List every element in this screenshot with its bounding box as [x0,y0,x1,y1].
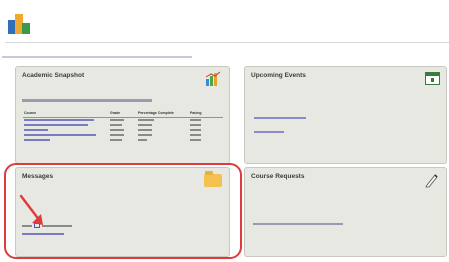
table-row [23,117,223,122]
see-all-events-link[interactable] [254,131,284,133]
folder-icon[interactable] [204,171,222,187]
chart-icon [205,71,221,86]
calendar-icon[interactable] [425,72,440,85]
course-requests-panel: Course Requests [244,167,447,257]
panel-title: Messages [22,173,54,180]
event-link[interactable] [254,117,306,119]
course-grade [109,137,137,142]
table-row [23,137,223,142]
pen-icon[interactable] [424,172,440,188]
intro-text-line [2,56,192,58]
panel-title: Upcoming Events [251,72,306,79]
app-logo-icon [8,12,30,36]
red-arrow-icon [19,194,43,225]
academic-snapshot-panel: Academic Snapshot Course Grade Percentag… [15,66,230,164]
upcoming-events-panel: Upcoming Events [244,66,447,164]
no-requests-text [253,223,343,225]
view-messages-link[interactable] [22,233,64,235]
table-row [23,132,223,137]
course-complete [137,137,189,142]
panel-title: Course Requests [251,173,305,180]
panel-title: Academic Snapshot [22,72,85,79]
course-link[interactable] [23,137,109,142]
course-pacing [189,137,223,142]
snapshot-description [22,99,152,102]
header [5,6,449,43]
courses-table: Course Grade Percentage Complete Pacing [23,111,223,142]
